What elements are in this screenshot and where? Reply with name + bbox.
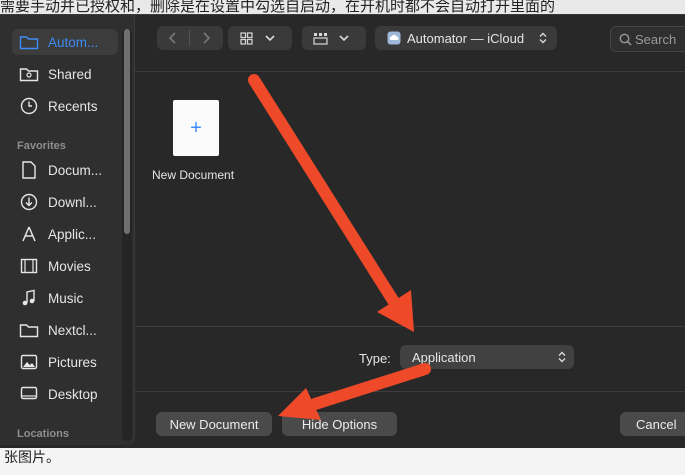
back-button[interactable] — [157, 31, 189, 45]
location-popup[interactable]: Automator — iCloud — [375, 26, 557, 50]
open-file-dialog: Autom... Shared Recents Favorites Docum.… — [0, 14, 685, 448]
sidebar-item-label: Docum... — [48, 162, 103, 178]
sidebar-item-downloads[interactable]: Downl... — [12, 189, 118, 215]
sidebar-scrollbar[interactable] — [122, 29, 132, 441]
sidebar-item-shared[interactable]: Shared — [12, 61, 118, 87]
document-icon — [18, 160, 40, 180]
sidebar-item-label: Recents — [48, 98, 98, 114]
group-by-button[interactable] — [302, 26, 366, 50]
sidebar-item-applications[interactable]: Applic... — [12, 221, 118, 247]
new-document-item[interactable]: + — [173, 100, 219, 156]
sidebar-item-music[interactable]: Music — [12, 285, 118, 311]
sidebar-item-desktop[interactable]: Desktop — [12, 381, 118, 407]
sidebar-item-movies[interactable]: Movies — [12, 253, 118, 279]
cancel-button[interactable]: Cancel — [620, 412, 685, 436]
sidebar-item-label: Downl... — [48, 194, 97, 210]
sidebar: Autom... Shared Recents Favorites Docum.… — [0, 15, 135, 445]
sidebar-item-label: Applic... — [48, 226, 97, 242]
hide-options-button[interactable]: Hide Options — [282, 412, 397, 436]
sidebar-item-label: Music — [48, 290, 84, 306]
file-browser: + New Document — [135, 72, 685, 325]
back-forward-group — [157, 26, 223, 50]
group-icon — [302, 32, 338, 45]
search-field[interactable]: Search — [610, 26, 685, 52]
icloud-drive-icon — [387, 31, 401, 45]
sidebar-item-label: Desktop — [48, 386, 98, 402]
sidebar-item-nextcloud[interactable]: Nextcl... — [12, 317, 118, 343]
up-down-chevron-icon — [558, 351, 566, 363]
chevron-left-icon — [168, 32, 176, 44]
background-text-bottom: 张图片。 — [0, 447, 685, 475]
film-icon — [18, 256, 40, 276]
desktop-icon — [18, 384, 40, 404]
folder-icon — [18, 32, 40, 52]
chevron-down-icon — [338, 29, 350, 47]
type-label: Type: — [359, 351, 391, 366]
new-document-item-label[interactable]: New Document — [152, 168, 234, 182]
folder-icon — [18, 320, 40, 340]
sidebar-item-label: Shared — [48, 66, 92, 82]
sidebar-item-label: Autom... — [48, 34, 99, 50]
sidebar-item-label: Pictures — [48, 354, 97, 370]
download-icon — [18, 192, 40, 212]
toolbar: Automator — iCloud Search — [135, 15, 685, 72]
location-label: Automator — iCloud — [407, 30, 525, 46]
search-placeholder: Search — [635, 31, 677, 47]
chevron-down-icon — [264, 29, 276, 47]
sidebar-item-documents[interactable]: Docum... — [12, 157, 118, 183]
type-value: Application — [412, 349, 476, 365]
sidebar-item-pictures[interactable]: Pictures — [12, 349, 118, 375]
view-mode-button[interactable] — [228, 26, 292, 50]
sidebar-section-favorites: Favorites — [17, 140, 66, 152]
up-down-chevron-icon — [539, 32, 547, 44]
forward-button[interactable] — [190, 31, 222, 45]
shared-folder-icon — [18, 64, 40, 84]
search-icon — [619, 33, 632, 46]
sidebar-item-label: Nextcl... — [48, 322, 97, 338]
type-popup[interactable]: Application — [400, 345, 574, 369]
background-text-top: 需要手动并已授权和，删除是在设置中勾选自启动，在开机时都不会自动打开里面的 — [0, 0, 685, 14]
options-panel: Type: Application — [135, 326, 685, 392]
sidebar-item-automator[interactable]: Autom... — [12, 29, 118, 55]
applications-icon — [18, 224, 40, 244]
sidebar-item-recents[interactable]: Recents — [12, 93, 118, 119]
sidebar-item-label: Movies — [48, 258, 91, 274]
sidebar-scrollbar-thumb[interactable] — [124, 29, 130, 234]
music-icon — [18, 288, 40, 308]
pictures-icon — [18, 352, 40, 372]
plus-icon: + — [190, 116, 202, 139]
grid-view-icon — [228, 31, 264, 45]
chevron-right-icon — [203, 32, 211, 44]
sidebar-section-locations: Locations — [17, 428, 69, 440]
clock-icon — [18, 96, 40, 116]
new-document-button[interactable]: New Document — [156, 412, 272, 436]
